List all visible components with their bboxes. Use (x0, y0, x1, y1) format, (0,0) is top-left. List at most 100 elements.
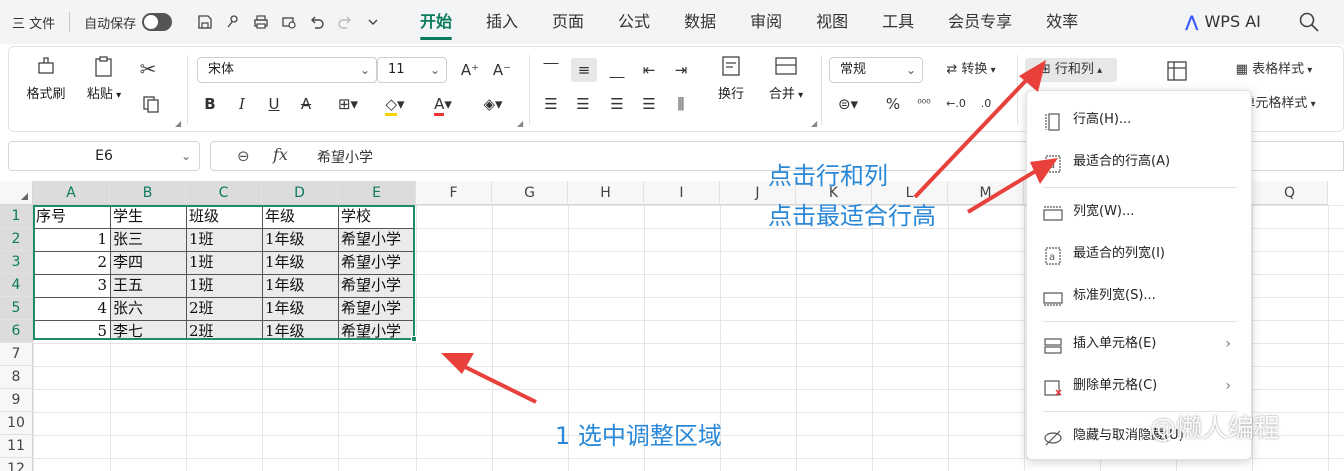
expand-align-icon[interactable]: ◢ (811, 119, 817, 128)
row-header[interactable]: 12 (0, 458, 33, 471)
distributed-icon[interactable]: ⫼ (669, 92, 693, 116)
file-menu[interactable]: 三 文件 (12, 13, 55, 32)
row-header[interactable]: 2 (0, 228, 33, 251)
save-icon[interactable] (194, 11, 216, 33)
font-size-select[interactable]: 11 ⌄ (377, 57, 447, 83)
column-header[interactable]: G (492, 181, 568, 205)
menu-item-col-width[interactable]: 列宽(W)... (1027, 195, 1253, 229)
table-style-button[interactable]: ▦ 表格样式 ▾ (1219, 58, 1329, 82)
fill-handle[interactable] (411, 336, 417, 342)
menu-item-delete-cells[interactable]: 删除单元格(C) › (1027, 369, 1253, 403)
column-header[interactable]: B (110, 181, 186, 205)
print-preview-icon[interactable] (278, 11, 300, 33)
column-header[interactable]: C (186, 181, 262, 205)
insert-cells-icon (1043, 335, 1063, 354)
menu-item-insert-cells[interactable]: 插入单元格(E) › (1027, 327, 1253, 361)
bold-icon[interactable]: B (199, 92, 221, 116)
tab-formula[interactable]: 公式 (618, 0, 650, 44)
number-format-select[interactable]: 常规 ⌄ (829, 57, 923, 83)
percent-icon[interactable]: % (881, 92, 905, 116)
row-header[interactable]: 1 (0, 205, 33, 228)
convert-button[interactable]: ⇄ 转换 ▾ (931, 58, 1011, 82)
column-header[interactable]: H (568, 181, 644, 205)
tab-home[interactable]: 开始 (420, 0, 453, 44)
font-name-select[interactable]: 宋体 ⌄ (197, 57, 377, 83)
merge-button[interactable]: 合并 ▾ (761, 55, 811, 102)
align-right-icon[interactable]: ☰ (605, 92, 629, 116)
row-header[interactable]: 9 (0, 389, 33, 412)
eraser-icon[interactable]: ◈▾ (475, 92, 511, 116)
paste-button[interactable]: 粘贴 ▾ (79, 55, 129, 102)
column-header[interactable]: E (338, 181, 416, 205)
tab-tools[interactable]: 工具 (882, 0, 914, 44)
copy-button[interactable] (133, 93, 169, 121)
print-icon[interactable] (250, 11, 272, 33)
expand-clipboard-icon[interactable]: ◢ (175, 119, 181, 128)
row-header[interactable]: 6 (0, 320, 33, 343)
search-icon[interactable] (1298, 11, 1320, 33)
align-middle-icon[interactable]: ≡ (571, 58, 597, 82)
column-header[interactable]: A (33, 181, 110, 205)
increase-indent-icon[interactable]: ⇥ (669, 58, 693, 82)
thousands-icon[interactable]: ⁰⁰⁰ (911, 92, 937, 116)
underline-icon[interactable]: U (263, 92, 285, 116)
increase-font-icon[interactable]: A⁺ (457, 58, 483, 82)
tab-insert[interactable]: 插入 (486, 0, 518, 44)
tab-page[interactable]: 页面 (552, 0, 584, 44)
chevron-down-icon[interactable] (362, 11, 384, 33)
italic-icon[interactable]: I (231, 92, 253, 116)
share-icon[interactable] (222, 11, 244, 33)
currency-icon[interactable]: ⊜▾ (831, 92, 865, 116)
tab-member[interactable]: 会员专享 (948, 0, 1012, 44)
decrease-decimal-icon[interactable]: .0 (975, 92, 997, 116)
column-header[interactable]: M (948, 181, 1024, 205)
wps-ai-button[interactable]: ⋀ WPS AI (1185, 0, 1261, 44)
align-top-icon[interactable]: ⎺ (539, 58, 563, 82)
tab-view[interactable]: 视图 (816, 0, 848, 44)
cut-button[interactable]: ✂ (133, 55, 163, 83)
decrease-font-icon[interactable]: A⁻ (489, 58, 515, 82)
increase-decimal-icon[interactable]: ←.0 (943, 92, 969, 116)
justify-icon[interactable]: ☰ (637, 92, 661, 116)
fx-icon[interactable]: fx (273, 145, 288, 164)
row-col-button[interactable]: ⊞ 行和列 ▴ (1025, 58, 1117, 82)
align-bottom-icon[interactable]: ⎽ (605, 58, 629, 82)
tab-data[interactable]: 数据 (684, 0, 716, 44)
column-header[interactable]: D (262, 181, 338, 205)
name-box[interactable]: E6 ⌄ (8, 141, 200, 171)
row-header[interactable]: 7 (0, 343, 33, 366)
fill-color-icon[interactable]: ◇▾ (377, 92, 413, 116)
row-header[interactable]: 3 (0, 251, 33, 274)
zoom-icon[interactable]: ⊖ (237, 147, 250, 165)
row-header[interactable]: 10 (0, 412, 33, 435)
menu-item-std-width[interactable]: 标准列宽(S)... (1027, 279, 1253, 313)
column-header[interactable]: Q (1252, 181, 1328, 205)
menu-item-autofit-col[interactable]: a 最适合的列宽(I) (1027, 237, 1253, 271)
row-header[interactable]: 8 (0, 366, 33, 389)
align-left-icon[interactable]: ☰ (539, 92, 563, 116)
font-color-icon[interactable]: A▾ (425, 92, 461, 116)
menu-item-row-height[interactable]: 行高(H)... (1027, 103, 1253, 137)
menu-item-autofit-row[interactable]: a 最适合的行高(A) (1027, 145, 1253, 179)
chevron-down-icon: ▾ (794, 90, 804, 101)
wrap-text-button[interactable]: 换行 (709, 55, 753, 102)
expand-font-icon[interactable]: ◢ (517, 119, 523, 128)
row-header[interactable]: 4 (0, 274, 33, 297)
row-header[interactable]: 11 (0, 435, 33, 458)
select-all-corner[interactable] (0, 181, 33, 205)
border-icon[interactable]: ⊞▾ (331, 92, 365, 116)
tab-review[interactable]: 审阅 (750, 0, 782, 44)
column-header[interactable]: F (416, 181, 492, 205)
undo-icon[interactable] (306, 11, 328, 33)
autosave-toggle[interactable] (142, 13, 173, 31)
strikethrough-icon[interactable]: A (295, 92, 317, 116)
redo-icon[interactable] (334, 11, 356, 33)
decrease-indent-icon[interactable]: ⇤ (637, 58, 661, 82)
tab-efficiency[interactable]: 效率 (1046, 0, 1078, 44)
row-header[interactable]: 5 (0, 297, 33, 320)
column-header[interactable]: I (644, 181, 720, 205)
chevron-right-icon: › (1225, 336, 1231, 352)
freeze-pane-button[interactable] (1155, 59, 1199, 87)
align-center-icon[interactable]: ☰ (571, 92, 595, 116)
format-painter-button[interactable]: 格式刷 (23, 55, 69, 102)
